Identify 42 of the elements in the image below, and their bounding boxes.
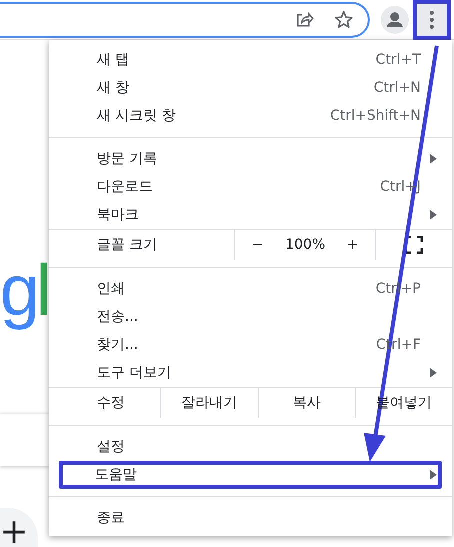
menu-item-label: 전송... — [97, 308, 138, 326]
menu-item[interactable]: 새 시크릿 창 Ctrl+Shift+N — [49, 102, 452, 130]
menu-item[interactable]: 방문 기록 — [49, 145, 452, 173]
menu-item[interactable]: 설정 — [49, 433, 452, 461]
shortcut-text: Ctrl+Shift+N — [330, 106, 422, 126]
menu-item-label: 수정 — [96, 394, 126, 412]
menu-item-label: 새 시크릿 창 — [97, 106, 176, 126]
share-icon[interactable] — [294, 10, 314, 30]
menu-item[interactable]: 북마크 — [49, 201, 452, 229]
menu-item-label: 인쇄 — [97, 280, 125, 298]
menu-item[interactable]: 도움말 — [59, 461, 442, 489]
edit-button[interactable]: 복사 — [258, 388, 355, 418]
menu-item[interactable]: 새 창 Ctrl+N — [49, 74, 452, 102]
address-bar[interactable] — [0, 2, 370, 38]
menu-item-label: 설정 — [97, 438, 125, 456]
menu-item-label: 북마크 — [97, 206, 139, 224]
logo-letter: l — [36, 251, 48, 331]
fullscreen-icon — [405, 236, 423, 254]
menu-item-label: 도구 더보기 — [97, 364, 172, 382]
menu-item-label: 다운로드 — [97, 178, 153, 196]
menu-item-label: 글꼴 크기 — [96, 236, 158, 254]
edit-button[interactable]: 잘라내기 — [160, 388, 258, 418]
menu-item[interactable]: 전송... — [49, 303, 452, 331]
menu-item-label: 새 탭 — [97, 50, 130, 70]
zoom-level-text: 100% — [284, 236, 326, 254]
add-shortcut-button[interactable]: + — [0, 508, 38, 547]
menu-icon — [430, 11, 434, 29]
menu-item[interactable]: 종료 — [49, 504, 452, 532]
shortcut-text: Ctrl+N — [374, 78, 422, 98]
menu-item-label: 종료 — [97, 508, 125, 528]
shortcut-text: Ctrl+T — [376, 50, 422, 70]
menu-button[interactable] — [413, 0, 451, 40]
zoom-out-button[interactable]: − — [235, 230, 281, 260]
menu-item-label: 찾기... — [97, 336, 138, 354]
star-icon[interactable] — [334, 10, 354, 30]
zoom-in-button[interactable]: + — [330, 230, 375, 260]
menu-item-label: 도움말 — [95, 466, 137, 484]
menu-item-label: 새 창 — [97, 78, 130, 98]
menu-item[interactable]: 도구 더보기 — [49, 359, 452, 387]
menu-item-label: 방문 기록 — [97, 150, 158, 168]
menu-item[interactable]: 새 탭 Ctrl+T — [49, 46, 452, 74]
logo-letter: g — [0, 251, 36, 331]
